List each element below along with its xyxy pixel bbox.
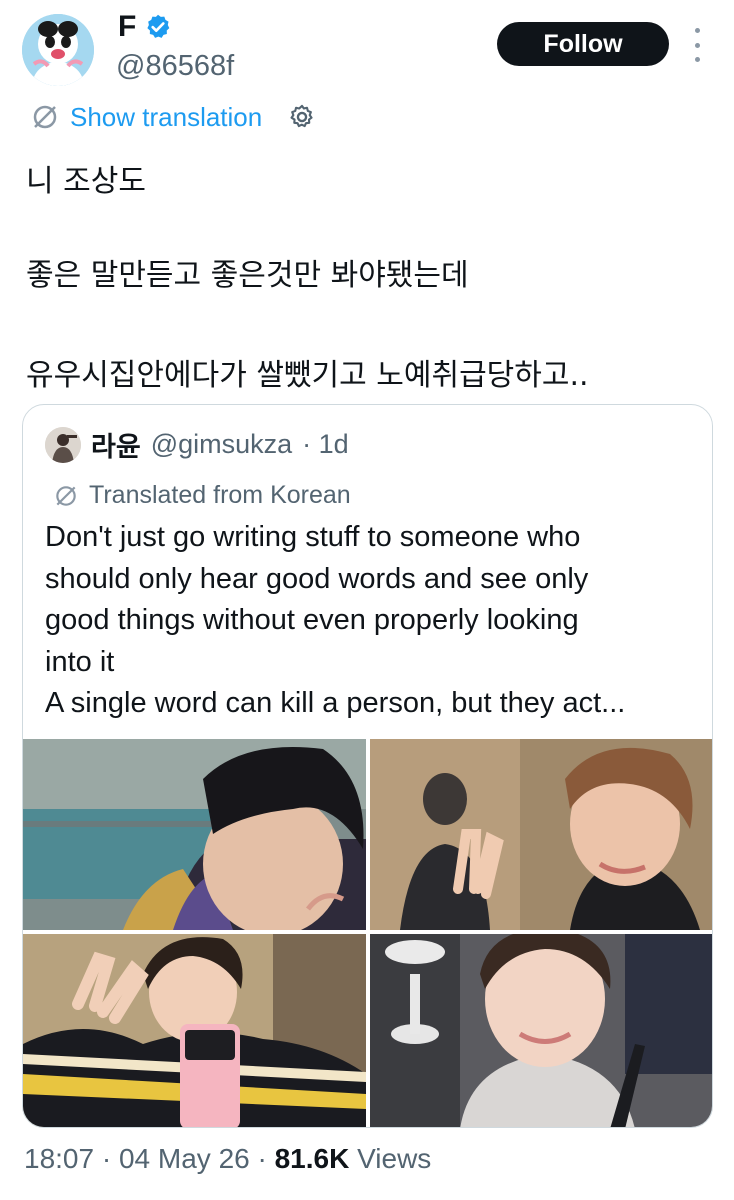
translation-row: Show translation — [30, 100, 316, 134]
gear-icon[interactable] — [288, 103, 316, 131]
panda-avatar-icon — [22, 14, 94, 86]
quoted-tweet-body: Don't just go writing stuff to someone w… — [45, 517, 705, 725]
quoted-photo-3[interactable] — [23, 934, 366, 1127]
more-options-icon[interactable] — [690, 28, 704, 62]
quoted-body-line: Don't just go writing stuff to someone w… — [45, 521, 581, 553]
display-name-row: F — [118, 10, 172, 44]
tweet-date[interactable]: 04 May 26 — [119, 1143, 250, 1174]
translate-globe-icon — [56, 485, 76, 506]
quoted-photo-2[interactable] — [370, 739, 712, 930]
tweet-text-line: 니 조상도 — [26, 164, 146, 199]
quoted-body-line: good things without even properly lookin… — [45, 604, 579, 636]
quoted-body-line: into it — [45, 645, 115, 678]
follow-button[interactable]: Follow — [497, 22, 669, 66]
translated-from-row: Translated from Korean — [53, 481, 351, 510]
quoted-tweet-time[interactable]: · 1d — [302, 429, 349, 460]
views-count[interactable]: 81.6K — [275, 1143, 350, 1174]
author-avatar[interactable] — [22, 14, 94, 86]
quoted-author-handle[interactable]: @gimsukza — [151, 429, 292, 460]
quoted-body-line: A single word can kill a person, but the… — [45, 687, 626, 719]
quoted-photo-4[interactable] — [370, 934, 712, 1127]
translated-from-label: Translated from Korean — [89, 481, 351, 509]
footer-separator: · — [249, 1143, 275, 1174]
tweet-time[interactable]: 18:07 — [24, 1143, 94, 1174]
quoted-tweet-header: 라윤 @gimsukza · 1d — [45, 425, 349, 464]
tweet-footer: 18:07 · 04 May 26 · 81.6K Views — [24, 1143, 431, 1175]
quoted-body-line: should only hear good words and see only — [45, 562, 589, 595]
author-display-name[interactable]: F — [118, 10, 136, 44]
tweet-text-line: 좋은 말만듣고 좋은것만 봐야됐는데 — [26, 258, 469, 293]
quoted-author-name[interactable]: 라윤 — [91, 425, 141, 464]
quoted-photo-1[interactable] — [23, 739, 366, 930]
tweet-header: F @86568f Follow — [0, 0, 734, 100]
views-label: Views — [349, 1143, 432, 1174]
verified-badge-icon — [147, 14, 170, 38]
show-translation-link[interactable]: Show translation — [70, 102, 262, 133]
footer-separator: · — [94, 1143, 119, 1174]
translate-globe-icon — [33, 105, 57, 129]
person-avatar-icon — [45, 426, 81, 463]
quoted-tweet-card[interactable]: 라윤 @gimsukza · 1d Translated from Korean… — [22, 404, 713, 1128]
author-handle[interactable]: @86568f — [116, 50, 234, 83]
quoted-author-avatar[interactable] — [45, 426, 81, 463]
tweet-text-line: 유우시집안에다가 쌀뺐기고 노예취급당하고.. — [26, 358, 589, 393]
